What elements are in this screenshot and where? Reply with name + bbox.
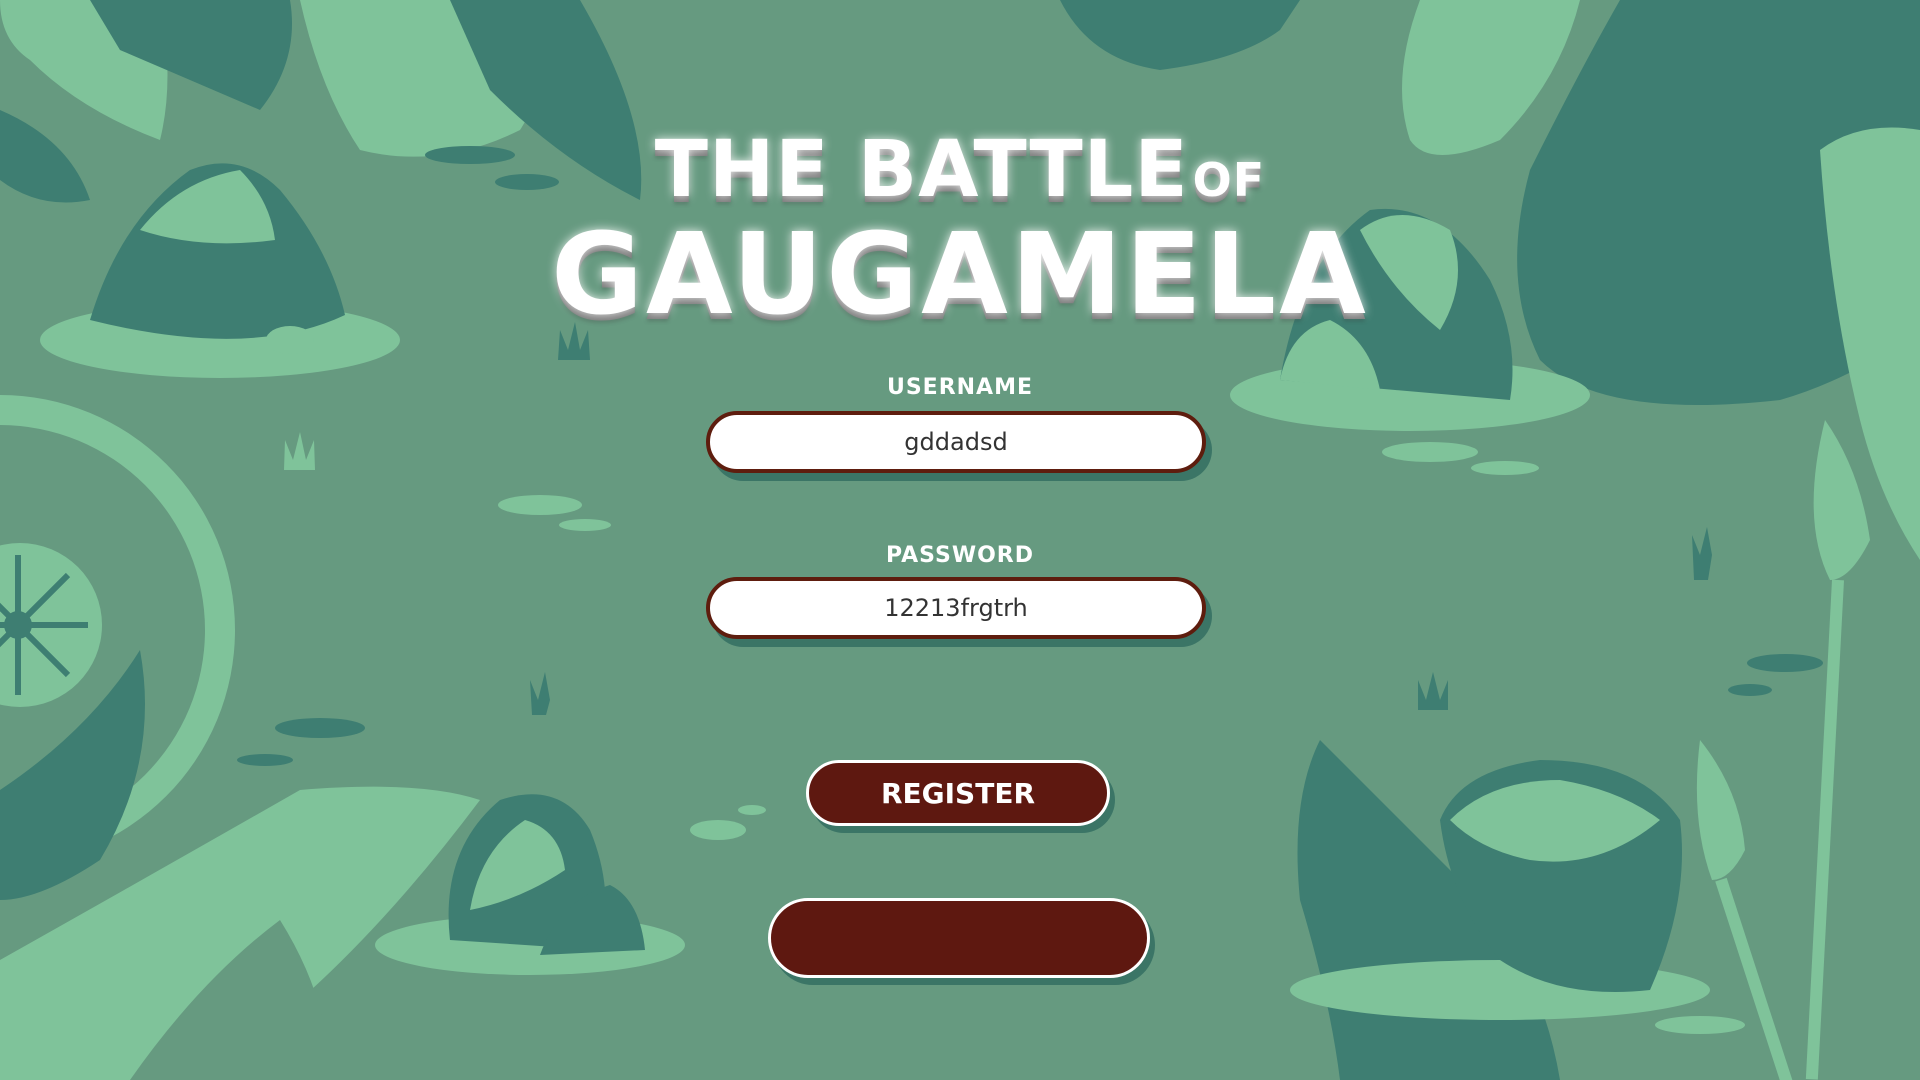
- ground-patch: [1471, 461, 1539, 475]
- ground-patch: [1728, 684, 1772, 696]
- title-the-battle: THE BATTLE: [654, 125, 1189, 215]
- ground-patch: [738, 805, 766, 815]
- ground-patch: [237, 754, 293, 766]
- title-of: OF: [1192, 153, 1266, 207]
- ground-patch: [1382, 442, 1478, 462]
- ground-patch: [1747, 654, 1823, 672]
- register-button[interactable]: REGISTER: [806, 760, 1110, 826]
- password-field-wrapper: [706, 577, 1206, 639]
- spear-shape: [1696, 420, 1870, 1080]
- ground-patch: [275, 718, 365, 738]
- game-title-line1: THE BATTLEOF: [0, 125, 1920, 215]
- username-input[interactable]: [732, 427, 1180, 457]
- username-field-wrapper: [706, 411, 1206, 473]
- ground-patch: [690, 820, 746, 840]
- password-label: PASSWORD: [885, 543, 1034, 568]
- ground-patch: [498, 495, 582, 515]
- password-input[interactable]: [732, 593, 1180, 623]
- grass-tuft: [284, 432, 315, 470]
- leaf-shape: [1060, 0, 1300, 70]
- ground-patch: [559, 519, 611, 531]
- ground-patch: [1655, 1016, 1745, 1034]
- game-title-line2: GAUGAMELA: [551, 210, 1369, 340]
- username-label: USERNAME: [886, 375, 1034, 400]
- secondary-button[interactable]: [768, 898, 1150, 978]
